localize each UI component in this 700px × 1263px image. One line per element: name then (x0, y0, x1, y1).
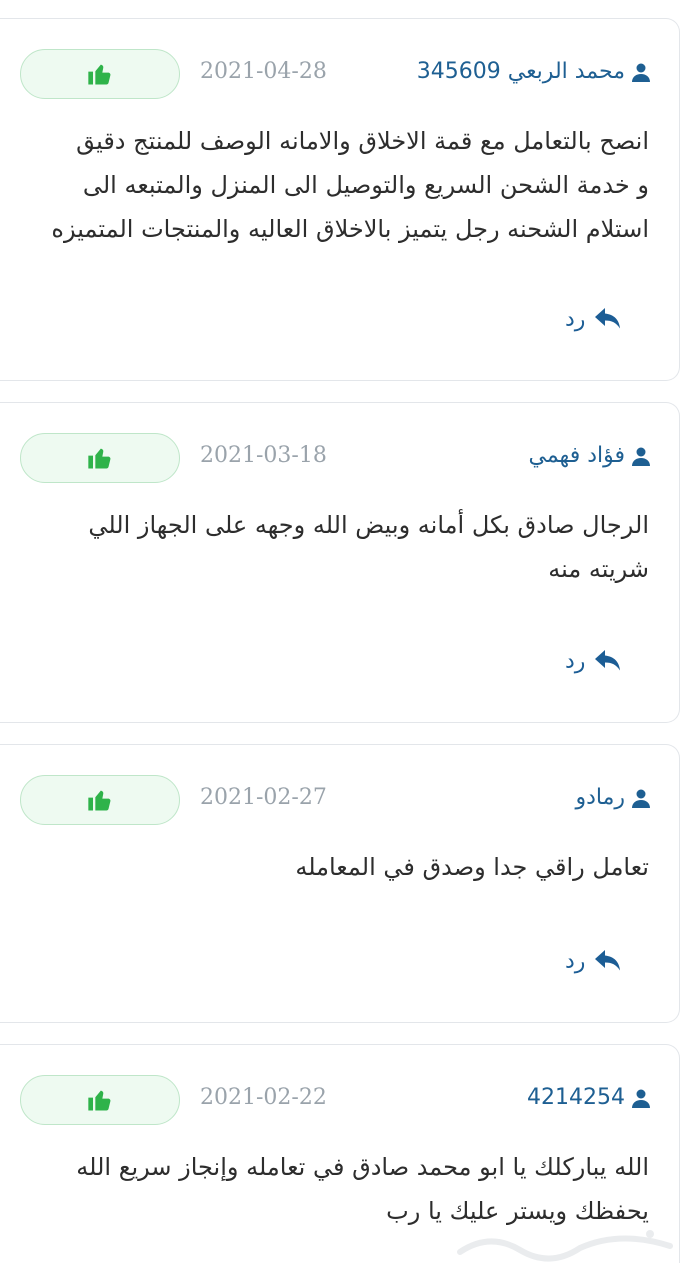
thumbs-up-icon (88, 448, 111, 469)
watermark-logo (457, 1230, 673, 1262)
author-name[interactable]: 4214254 (527, 1085, 625, 1110)
like-button[interactable] (20, 775, 180, 825)
review-card: 2021-04-28 محمد الربعي 345609 انصح بالتع… (0, 18, 680, 381)
thumbs-up-icon (88, 64, 111, 85)
review-date: 2021-04-28 (200, 59, 327, 84)
author-name[interactable]: رمادو (575, 785, 625, 810)
review-header: 2021-02-22 4214254 (20, 1075, 651, 1127)
review-author: 4214254 (527, 1085, 651, 1110)
review-text-line: انصح بالتعامل مع قمة الاخلاق والامانه ال… (76, 127, 649, 155)
reply-button[interactable]: رد (565, 948, 623, 974)
review-date: 2021-03-18 (200, 443, 327, 468)
review-text-line: تعامل راقي جدا وصدق في المعامله (295, 853, 649, 881)
reply-arrow-icon (595, 308, 621, 329)
user-icon (632, 63, 650, 82)
user-icon (632, 1089, 650, 1108)
review-text: الرجال صادق بكل أمانه وبيض الله وجهه على… (20, 503, 649, 591)
review-header: 2021-04-28 محمد الربعي 345609 (20, 49, 651, 101)
thumbs-up-icon (88, 790, 111, 811)
review-date: 2021-02-22 (200, 1085, 327, 1110)
like-button[interactable] (20, 433, 180, 483)
review-text-line: شريته منه (548, 555, 649, 583)
review-card: 2021-02-27 رمادو تعامل راقي جدا وصدق في … (0, 744, 680, 1023)
review-date: 2021-02-27 (200, 785, 327, 810)
reply-arrow-icon (595, 950, 621, 971)
review-text-line: الله يباركلك يا ابو محمد صادق في تعامله … (76, 1153, 649, 1181)
review-text: تعامل راقي جدا وصدق في المعامله (20, 845, 649, 889)
review-text: الله يباركلك يا ابو محمد صادق في تعامله … (20, 1145, 649, 1233)
reply-arrow-icon (595, 650, 621, 671)
review-text-line: و خدمة الشحن السريع والتوصيل الى المنزل … (82, 171, 649, 199)
review-text-line: استلام الشحنه رجل يتميز بالاخلاق العاليه… (51, 215, 649, 243)
reply-label: رد (565, 306, 586, 332)
reply-button[interactable]: رد (565, 648, 623, 674)
review-header: 2021-03-18 فؤاد فهمي (20, 433, 651, 485)
review-text: انصح بالتعامل مع قمة الاخلاق والامانه ال… (20, 119, 649, 251)
user-icon (632, 447, 650, 466)
author-name[interactable]: فؤاد فهمي (529, 443, 626, 468)
review-author: رمادو (575, 785, 651, 810)
thumbs-up-icon (88, 1090, 111, 1111)
review-header: 2021-02-27 رمادو (20, 775, 651, 827)
reply-label: رد (565, 648, 586, 674)
review-text-line: الرجال صادق بكل أمانه وبيض الله وجهه على… (88, 511, 649, 539)
like-button[interactable] (20, 49, 180, 99)
reviews-page: 2021-04-28 محمد الربعي 345609 انصح بالتع… (0, 0, 700, 1263)
review-author: فؤاد فهمي (529, 443, 652, 468)
author-name[interactable]: محمد الربعي 345609 (417, 59, 625, 84)
reply-label: رد (565, 948, 586, 974)
like-button[interactable] (20, 1075, 180, 1125)
user-icon (632, 789, 650, 808)
review-author: محمد الربعي 345609 (417, 59, 651, 84)
review-card: 2021-03-18 فؤاد فهمي الرجال صادق بكل أما… (0, 402, 680, 723)
reply-button[interactable]: رد (565, 306, 623, 332)
